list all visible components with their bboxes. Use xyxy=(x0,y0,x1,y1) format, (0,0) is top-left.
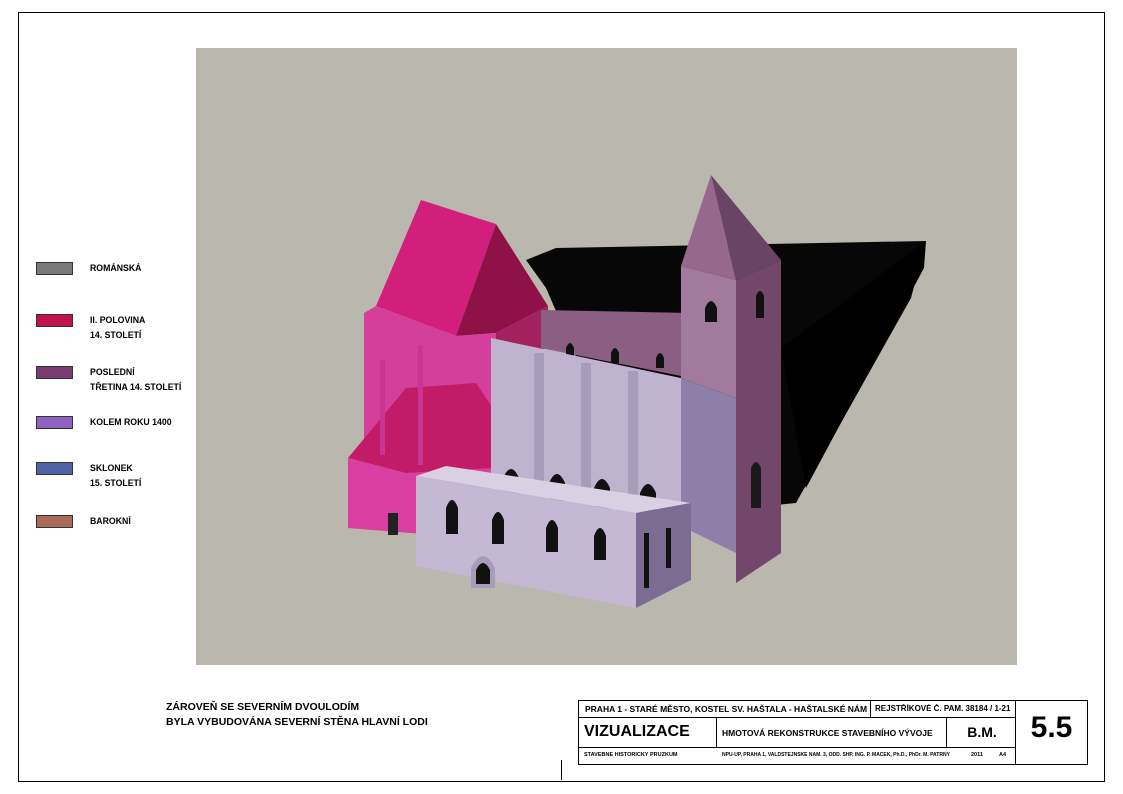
tower-front xyxy=(681,266,736,398)
legend-item-baroque: BAROKNÍ xyxy=(36,513,206,553)
legend-item-around-1400: KOLEM ROKU 1400 xyxy=(36,414,206,454)
legend-swatch xyxy=(36,416,73,429)
legend-item-late-15th-century: SKLONEK 15. STOLETÍ xyxy=(36,460,206,500)
title-drawing-title: HMOTOVÁ REKONSTRUKCE STAVEBNÍHO VÝVOJE xyxy=(722,728,933,738)
legend-swatch xyxy=(36,515,73,528)
legend-label: POSLEDNÍ TŘETINA 14. STOLETÍ xyxy=(90,367,182,393)
title-format: A4 xyxy=(999,752,1007,758)
legend-swatch xyxy=(36,262,73,275)
legend-label: ROMÁNSKÁ xyxy=(90,263,142,274)
legend-label: BAROKNÍ xyxy=(90,516,131,527)
legend-swatch xyxy=(36,462,73,475)
annotation-note: ZÁROVEŇ SE SEVERNÍM DVOULODÍM BYLA VYBUD… xyxy=(166,700,428,730)
legend-item-14th-century-last-third: POSLEDNÍ TŘETINA 14. STOLETÍ xyxy=(36,364,206,404)
title-drawing-type: VIZUALIZACE xyxy=(584,723,690,740)
fold-mark xyxy=(561,760,562,780)
note-line-1: ZÁROVEŇ SE SEVERNÍM DVOULODÍM xyxy=(166,701,360,713)
title-phase: B.M. xyxy=(967,724,997,740)
legend-swatch xyxy=(36,314,73,327)
legend-item-14th-century-second-half: II. POLOVINA 14. STOLETÍ xyxy=(36,312,206,352)
title-year: 2011 xyxy=(971,752,983,758)
title-block: PRAHA 1 - STARÉ MĚSTO, KOSTEL SV. HAŠTAL… xyxy=(578,700,1088,765)
sheet-number: 5.5 xyxy=(1030,711,1073,744)
title-location: PRAHA 1 - STARÉ MĚSTO, KOSTEL SV. HAŠTAL… xyxy=(585,704,867,714)
title-authors: NPÚ-ÚP, PRAHA 1, VALDŠTEJNSKÉ NÁM. 3, OD… xyxy=(722,752,950,758)
legend-label: KOLEM ROKU 1400 xyxy=(90,417,172,428)
note-line-2: BYLA VYBUDOVÁNA SEVERNÍ STĚNA HLAVNÍ LOD… xyxy=(166,716,428,728)
legend-label: SKLONEK 15. STOLETÍ xyxy=(90,463,142,489)
title-registry: REJSTŘÍKOVÉ Č. PAM. 38184 / 1-21 xyxy=(875,704,1011,713)
legend-item-romanska: ROMÁNSKÁ xyxy=(36,260,206,300)
massing-visualization xyxy=(196,48,1017,665)
legend-swatch xyxy=(36,366,73,379)
title-survey: STAVEBNĚ HISTORICKÝ PRŮZKUM xyxy=(584,752,678,758)
legend-label: II. POLOVINA 14. STOLETÍ xyxy=(90,315,146,341)
